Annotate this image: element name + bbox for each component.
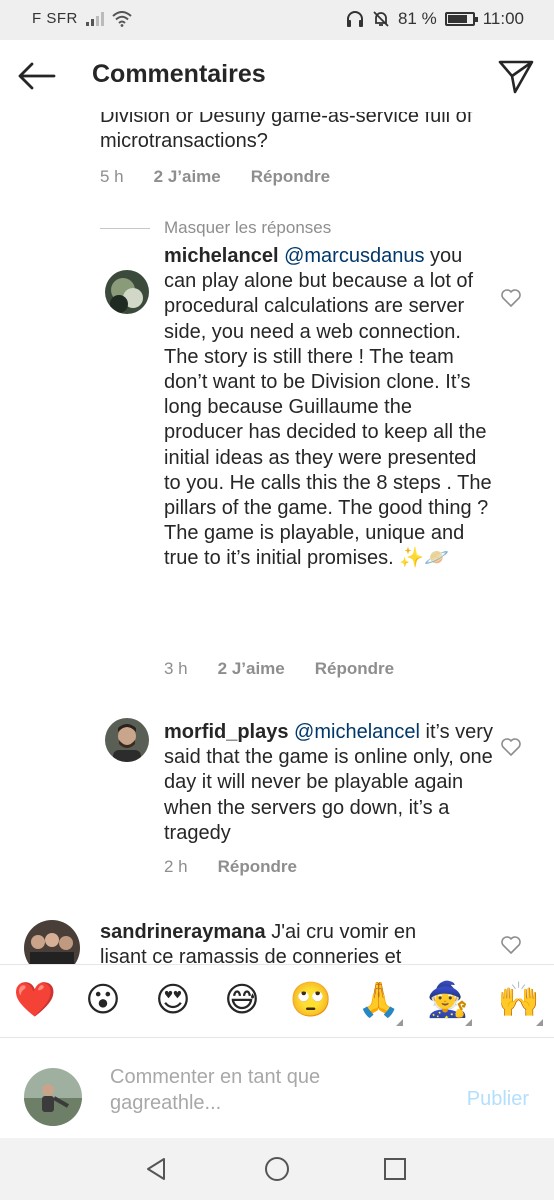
hide-replies-label: Masquer les réponses — [164, 218, 332, 237]
likes-count-link[interactable]: 2 J’aime — [218, 659, 285, 679]
reply-meta: 2 h Répondre — [164, 857, 297, 877]
clock: 11:00 — [482, 9, 524, 28]
avatar-image — [105, 270, 149, 314]
hide-replies-row[interactable]: Masquer les réponses — [100, 218, 331, 238]
emoji-folded-hands-button[interactable]: 🙏 — [356, 979, 402, 1021]
page-title: Commentaires — [92, 60, 266, 88]
emoji-eye-roll-button[interactable]: 🙄 — [288, 979, 334, 1021]
bell-muted-icon — [373, 11, 389, 27]
current-user-avatar-image — [24, 1068, 82, 1126]
carrier-label: F SFR — [32, 10, 78, 27]
reply-meta: 3 h 2 J’aime Répondre — [164, 659, 394, 679]
reply-mention[interactable]: @marcusdanus — [284, 245, 424, 267]
emoji-quick-bar: ❤️ 😮 😍 😅 🙄 🙏 🧙 🙌 — [0, 964, 554, 1038]
reply-username[interactable]: morfid_plays — [164, 721, 288, 743]
status-left: F SFR — [32, 10, 132, 27]
reply-body: morfid_plays @michelancel it’s very said… — [164, 720, 494, 846]
comment-composer: Commenter en tant que gagreathle... Publ… — [0, 1038, 554, 1138]
headphones-icon — [346, 11, 363, 27]
battery-icon — [444, 12, 478, 26]
battery-percent: 81 % — [397, 9, 437, 28]
avatar-image — [24, 920, 80, 964]
battery-fill — [447, 15, 468, 23]
send-icon[interactable] — [496, 56, 536, 96]
likes-count-link[interactable]: 2 J’aime — [154, 167, 221, 187]
emoji-variant-corner — [396, 1019, 403, 1026]
emoji-mage-button[interactable]: 🧙 — [425, 979, 471, 1021]
hide-replies-line — [100, 227, 150, 229]
reply-text: you can play alone but because a lot of … — [164, 245, 492, 570]
reply-link[interactable]: Répondre — [315, 659, 394, 679]
back-arrow-icon[interactable] — [14, 56, 58, 96]
reply-mention[interactable]: @michelancel — [294, 721, 420, 743]
comment-body: sandrineraymana J'ai cru vomir en lisant… — [100, 920, 420, 964]
status-right: 81 % 11:00 — [346, 9, 524, 29]
current-user-avatar — [24, 1068, 82, 1126]
comment-time: 3 h — [164, 659, 188, 678]
reply-link[interactable]: Répondre — [251, 167, 330, 187]
comments-feed[interactable]: Division or Destiny game-as-service full… — [0, 112, 554, 964]
emoji-surprised-button[interactable]: 😮 — [80, 979, 126, 1021]
comment-input[interactable]: Commenter en tant que gagreathle... — [110, 1064, 410, 1116]
reply-username[interactable]: michelancel — [164, 245, 279, 267]
top-comment-meta: 5 h 2 J’aime Répondre — [100, 167, 330, 187]
home-circle-icon[interactable] — [262, 1154, 292, 1184]
like-heart-icon[interactable] — [500, 935, 522, 955]
comment-time: 5 h — [100, 167, 124, 186]
recents-square-icon[interactable] — [380, 1154, 410, 1184]
wifi-icon — [112, 10, 132, 27]
emoji-variant-corner — [536, 1019, 543, 1026]
top-comment-text: Division or Destiny game-as-service full… — [100, 112, 473, 153]
back-triangle-icon[interactable] — [142, 1154, 172, 1184]
reply-body: michelancel @marcusdanus you can play al… — [164, 244, 494, 572]
header: Commentaires — [0, 40, 554, 112]
avatar[interactable] — [105, 270, 149, 314]
comment-username[interactable]: sandrineraymana — [100, 921, 266, 943]
emoji-sweat-smile-button[interactable]: 😅 — [219, 979, 265, 1021]
comment-time: 2 h — [164, 857, 188, 876]
publish-button[interactable]: Publier — [467, 1088, 529, 1111]
emoji-heart-button[interactable]: ❤️ — [12, 979, 58, 1021]
reply-link[interactable]: Répondre — [218, 857, 297, 877]
emoji-raising-hands-button[interactable]: 🙌 — [496, 979, 542, 1021]
avatar-image — [105, 718, 149, 762]
like-heart-icon[interactable] — [500, 288, 522, 308]
like-heart-icon[interactable] — [500, 737, 522, 757]
avatar[interactable] — [24, 920, 80, 964]
emoji-variant-corner — [465, 1019, 472, 1026]
emoji-heart-eyes-button[interactable]: 😍 — [150, 979, 196, 1021]
system-nav-bar — [0, 1138, 554, 1200]
signal-icon — [85, 11, 104, 26]
avatar[interactable] — [105, 718, 149, 762]
status-bar: F SFR 81 % 11:00 — [0, 0, 554, 40]
